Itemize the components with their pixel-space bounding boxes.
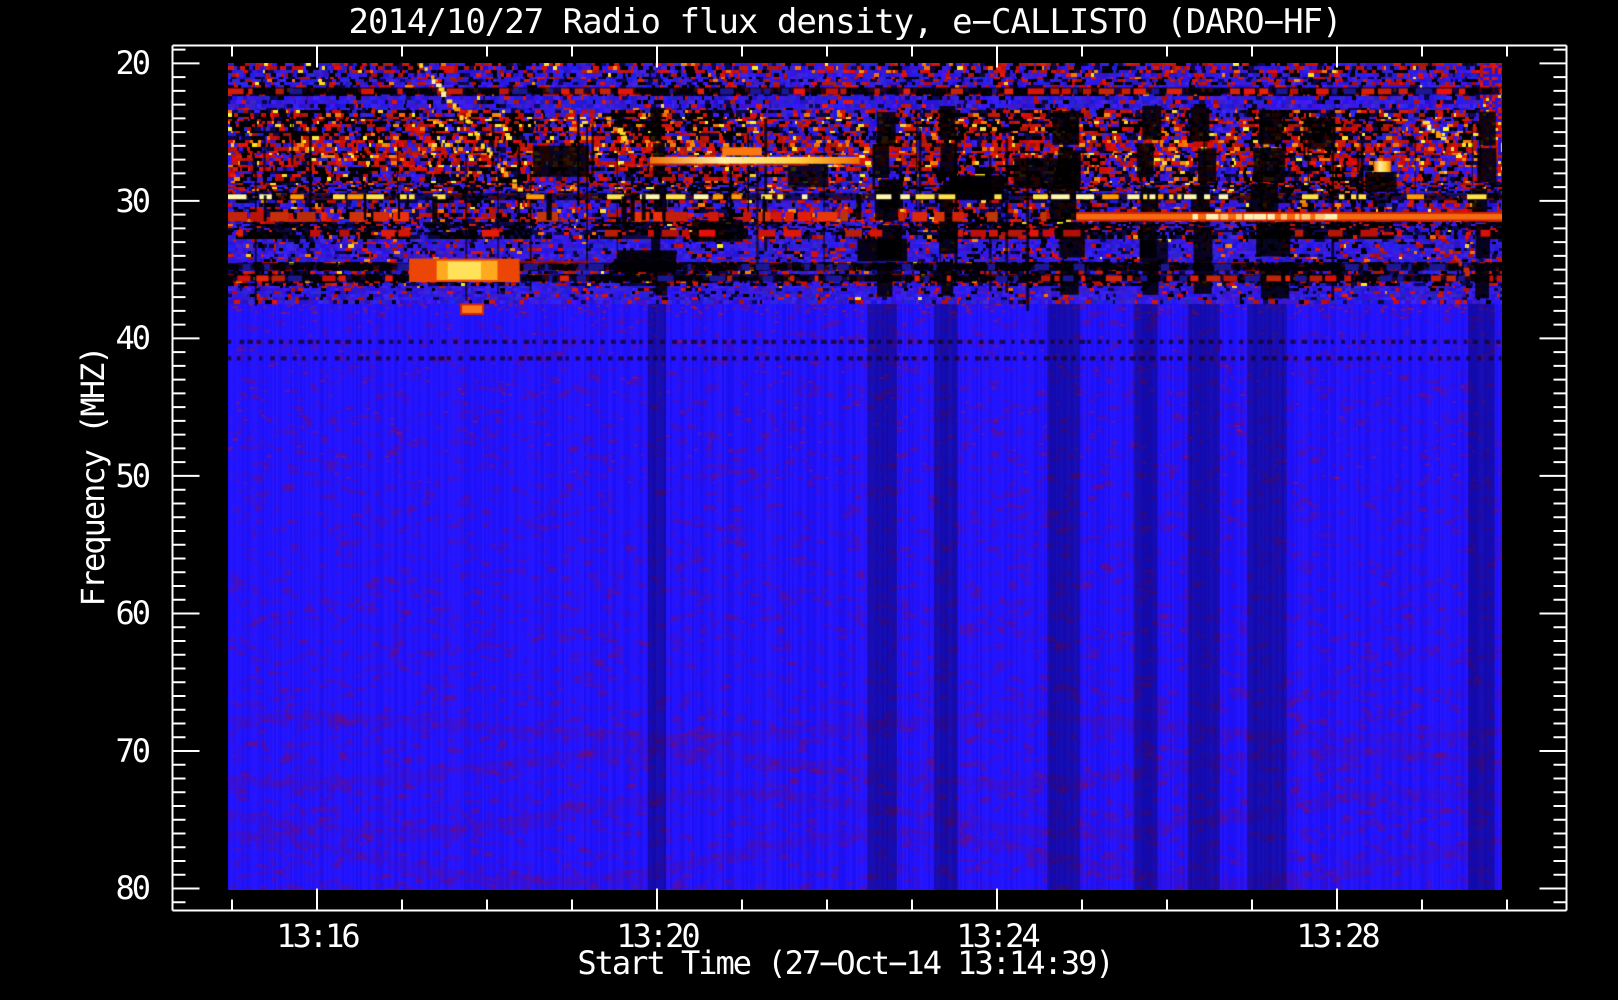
y-tick-label: 60	[115, 594, 151, 633]
y-tick-label: 50	[115, 456, 151, 495]
spectrogram-page: 2014/10/27 Radio flux density, e−CALLIST…	[0, 0, 1618, 1000]
spectrogram-image	[228, 63, 1502, 890]
chart-title: 2014/10/27 Radio flux density, e−CALLIST…	[348, 2, 1343, 42]
x-tick-label: 13:20	[616, 917, 700, 955]
y-tick-label: 80	[115, 869, 151, 908]
y-tick-label: 30	[115, 181, 151, 220]
x-tick-label: 13:28	[1296, 917, 1380, 955]
x-tick-label: 13:16	[276, 917, 360, 955]
y-tick-label: 40	[115, 319, 151, 358]
x-tick-label: 13:24	[956, 917, 1040, 955]
y-tick-label: 20	[115, 44, 151, 83]
y-tick-label: 70	[115, 731, 151, 770]
